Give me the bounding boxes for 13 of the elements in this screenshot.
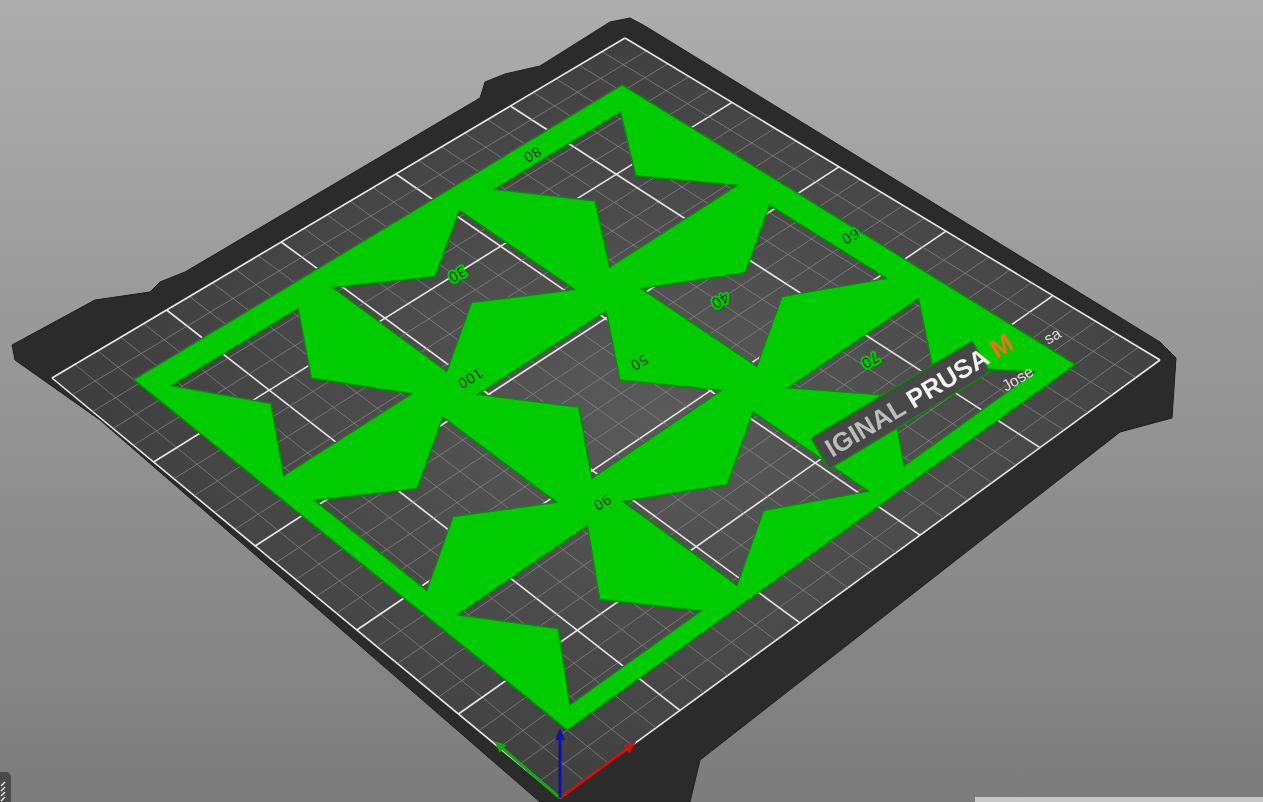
model-label: 30 [445, 262, 470, 286]
z-axis-arrow [555, 728, 565, 798]
model-label: 50 [627, 350, 652, 374]
model-label: 60 [838, 224, 863, 248]
model-label: 100 [454, 364, 487, 392]
bed-signature: sa [1040, 324, 1065, 348]
model-label: 40 [708, 288, 733, 312]
y-axis-arrow [494, 741, 561, 800]
model-label: 90 [590, 490, 615, 514]
model-label: 70 [858, 348, 883, 372]
model-label: 80 [520, 142, 545, 166]
hatch-icon[interactable] [0, 772, 11, 802]
bed-signature: Jose [998, 362, 1037, 395]
